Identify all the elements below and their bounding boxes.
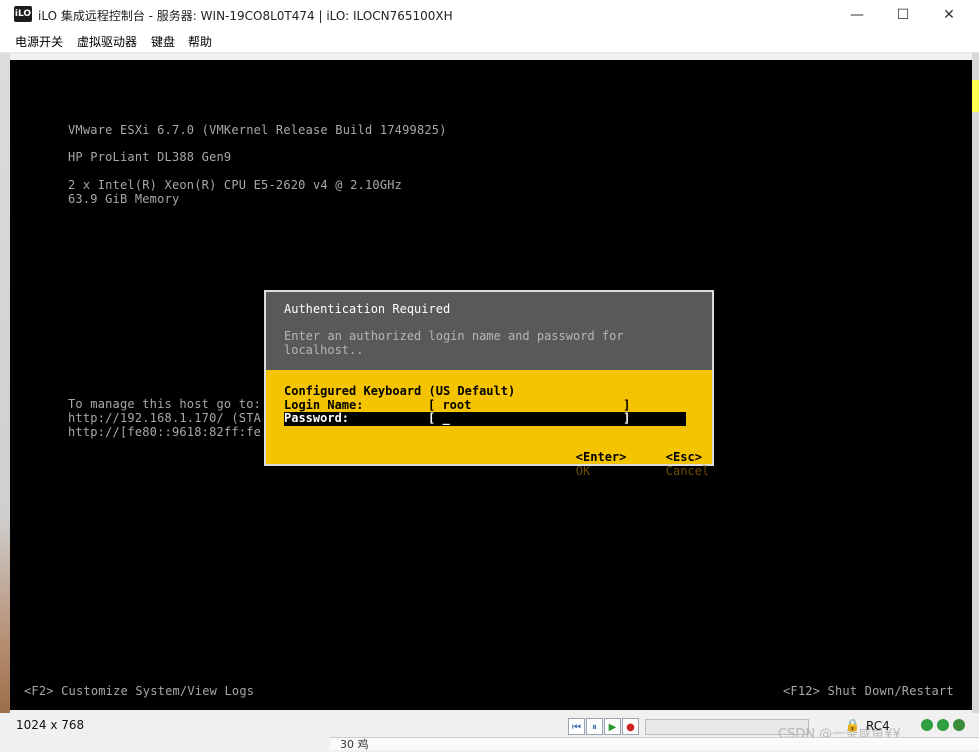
cancel-button[interactable]: <Esc> Cancel <box>608 436 709 492</box>
skip-back-button[interactable]: ⏮ <box>568 718 585 735</box>
ok-label: OK <box>575 464 591 478</box>
dialog-title: Authentication Required <box>284 302 451 316</box>
login-name-label: Login Name: <box>284 398 364 412</box>
manage-host-text: To manage this host go to: <box>68 397 262 411</box>
footer-shutdown: <F12> Shut Down/Restart <box>783 684 954 698</box>
background-edge-highlight <box>972 80 979 112</box>
pause-button[interactable]: ⏸ <box>586 718 603 735</box>
encryption-label: RC4 <box>866 719 890 733</box>
background-edge <box>972 53 979 713</box>
menu-power[interactable]: 电源开关 <box>15 33 63 50</box>
keyboard-layout-label: Configured Keyboard (US Default) <box>284 384 516 398</box>
health-status-icon <box>937 719 949 731</box>
login-name-field[interactable]: [ root ] <box>428 398 630 412</box>
window-titlebar: iLO iLO 集成远程控制台 - 服务器: WIN-19CO8L0T474 |… <box>0 0 979 30</box>
minimize-button[interactable]: — <box>834 0 880 30</box>
cancel-label: Cancel <box>665 464 710 478</box>
ilo-logo-icon: iLO <box>14 6 32 22</box>
password-value[interactable]: [ _ ] <box>428 411 630 425</box>
network-status-icon <box>921 719 933 731</box>
dialog-form: Configured Keyboard (US Default) Login N… <box>266 370 712 478</box>
remote-console-screen[interactable]: VMware ESXi 6.7.0 (VMKernel Release Buil… <box>10 60 972 710</box>
server-model: HP ProLiant DL388 Gen9 <box>68 150 232 164</box>
close-button[interactable]: ✕ <box>926 0 972 30</box>
power-status-icon <box>953 719 965 731</box>
esc-key-label: <Esc> <box>665 450 702 464</box>
window-title: iLO 集成远程控制台 - 服务器: WIN-19CO8L0T474 | iLO… <box>38 9 453 23</box>
authentication-dialog: Authentication Required Enter an authori… <box>264 290 714 478</box>
maximize-button[interactable]: ☐ <box>880 0 926 30</box>
ipv4-url: http://192.168.1.170/ (STA <box>68 411 262 425</box>
background-window-strip <box>330 737 979 750</box>
play-button[interactable]: ▶ <box>604 718 621 735</box>
cpu-info: 2 x Intel(R) Xeon(R) CPU E5-2620 v4 @ 2.… <box>68 178 403 192</box>
record-button[interactable]: ● <box>622 718 639 735</box>
menu-help[interactable]: 帮助 <box>188 33 212 50</box>
menu-bar: 电源开关 虚拟驱动器 键盘 帮助 <box>0 30 979 53</box>
dialog-message: Enter an authorized login name and passw… <box>284 329 624 357</box>
footer-customize: <F2> Customize System/View Logs <box>24 684 255 698</box>
resolution-label: 1024 x 768 <box>16 718 85 732</box>
menu-keyboard[interactable]: 键盘 <box>151 33 175 50</box>
password-field[interactable]: Password: [ _ ] <box>284 411 686 426</box>
memory-info: 63.9 GiB Memory <box>68 192 180 206</box>
background-window-text: 30 鸡 <box>340 738 369 751</box>
menu-virtual-drives[interactable]: 虚拟驱动器 <box>77 33 137 50</box>
lock-icon: 🔒 <box>845 718 860 732</box>
dialog-header: Authentication Required Enter an authori… <box>266 292 712 370</box>
ipv6-url: http://[fe80::9618:82ff:fe <box>68 425 262 439</box>
esxi-version: VMware ESXi 6.7.0 (VMKernel Release Buil… <box>68 123 447 137</box>
password-label: Password: <box>284 411 350 425</box>
background-strip <box>0 53 10 713</box>
